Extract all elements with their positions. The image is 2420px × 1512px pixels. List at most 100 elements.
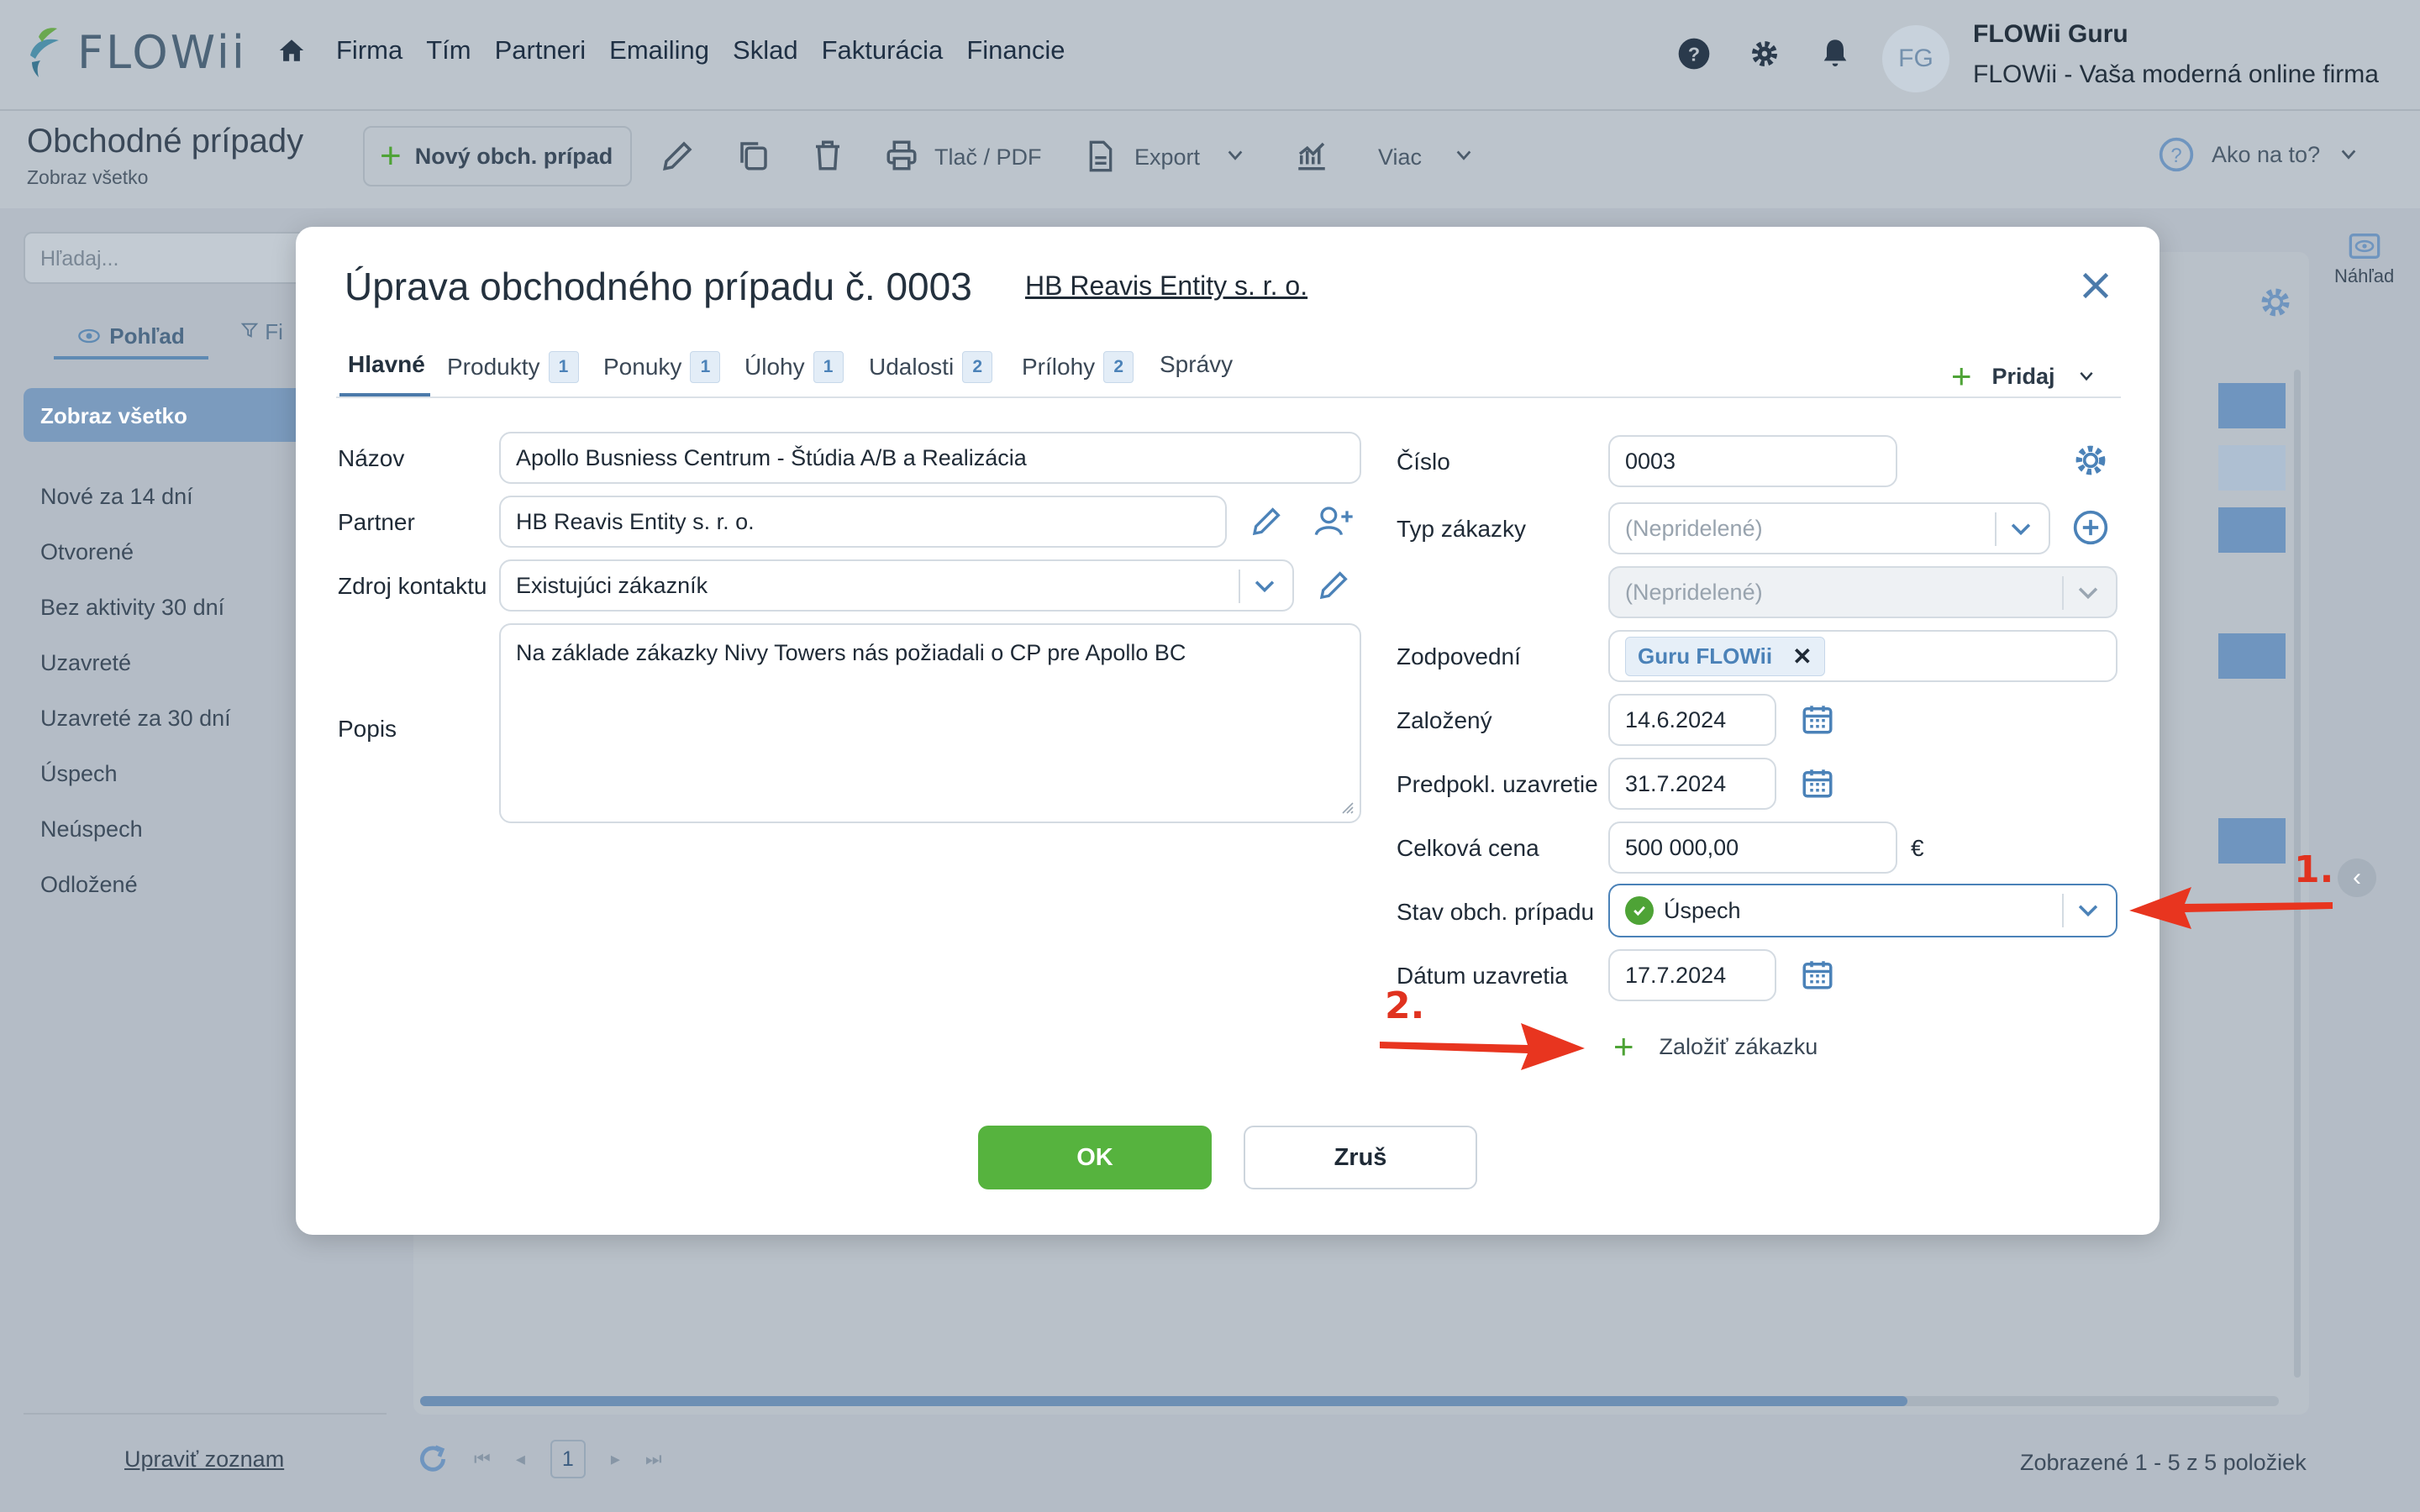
- edit-source-pencil-icon[interactable]: [1318, 568, 1351, 601]
- tab-offers-label: Ponuky: [603, 354, 682, 380]
- print-pdf-button[interactable]: Tlač / PDF: [934, 144, 1042, 171]
- sidebar-item-new-14-days[interactable]: Nové za 14 dní: [40, 484, 231, 539]
- sidebar-item-postponed[interactable]: Odložené: [40, 872, 231, 927]
- analytics-chart-icon[interactable]: [1294, 138, 1329, 173]
- trash-icon[interactable]: [810, 138, 845, 173]
- sidebar-item-success[interactable]: Úspech: [40, 761, 231, 816]
- how-to-chevron-down-icon: [2341, 150, 2356, 160]
- add-dropdown-button[interactable]: + Pridaj: [1951, 356, 2097, 396]
- created-date-field[interactable]: 14.6.2024: [1608, 694, 1776, 746]
- nav-fakturacia[interactable]: Fakturácia: [822, 35, 944, 66]
- refresh-icon[interactable]: [417, 1443, 449, 1475]
- logo-text: FLOWii: [77, 25, 247, 79]
- table-row[interactable]: [2218, 445, 2286, 491]
- collapse-chevron-left-icon[interactable]: ‹: [2338, 858, 2376, 897]
- edit-pencil-icon[interactable]: [660, 138, 696, 173]
- partner-field[interactable]: HB Reavis Entity s. r. o.: [499, 496, 1227, 548]
- add-contact-person-icon[interactable]: [1314, 504, 1355, 538]
- create-order-button[interactable]: + Založiť zákazku: [1613, 1026, 1818, 1067]
- select-separator: [1239, 570, 1240, 603]
- deal-status-value: Úspech: [1664, 897, 1741, 923]
- close-date-calendar-icon[interactable]: [1800, 956, 1835, 993]
- table-row[interactable]: [2218, 383, 2286, 428]
- tab-messages[interactable]: Správy: [1160, 351, 1233, 378]
- nav-financie[interactable]: Financie: [966, 35, 1065, 66]
- close-icon[interactable]: [2081, 270, 2111, 301]
- settings-gear-icon[interactable]: [1748, 37, 1781, 71]
- contact-source-select[interactable]: Existujúci zákazník: [499, 559, 1294, 612]
- bell-icon[interactable]: [1818, 37, 1852, 71]
- export-chevron-down-icon[interactable]: [1223, 146, 1247, 165]
- flowii-logo[interactable]: FLOWii: [25, 25, 247, 79]
- sidebar-item-closed[interactable]: Uzavreté: [40, 650, 231, 706]
- grid-scroll-thumb[interactable]: [420, 1396, 1907, 1406]
- tab-events[interactable]: Udalosti 2: [869, 351, 993, 383]
- table-row[interactable]: [2218, 633, 2286, 679]
- tab-offers[interactable]: Ponuky 1: [603, 351, 721, 383]
- tab-tasks[interactable]: Úlohy 1: [744, 351, 844, 383]
- current-page[interactable]: 1: [550, 1440, 586, 1478]
- resize-handle-icon[interactable]: [1338, 798, 1355, 815]
- table-row[interactable]: [2218, 818, 2286, 864]
- remove-tag-icon[interactable]: ✕: [1792, 643, 1812, 670]
- tab-attachments[interactable]: Prílohy 2: [1022, 351, 1134, 383]
- copy-icon[interactable]: [736, 138, 771, 173]
- add-order-type-plus-icon[interactable]: [2072, 509, 2109, 546]
- nav-firma[interactable]: Firma: [336, 35, 402, 66]
- create-order-label: Založiť zákazku: [1659, 1033, 1818, 1059]
- description-label: Popis: [338, 716, 397, 742]
- close-date-field[interactable]: 17.7.2024: [1608, 949, 1776, 1001]
- deal-status-select[interactable]: Úspech: [1608, 884, 2118, 937]
- grid-settings-gear-icon[interactable]: [2257, 284, 2294, 321]
- chevron-down-icon: [2078, 905, 2098, 917]
- export-button[interactable]: Export: [1134, 144, 1200, 171]
- total-price-field[interactable]: 500 000,00: [1608, 822, 1897, 874]
- more-button[interactable]: Viac: [1378, 144, 1422, 171]
- tab-filter[interactable]: Fi: [240, 319, 283, 345]
- how-to-button[interactable]: ? Ako na to?: [2158, 136, 2360, 173]
- name-field[interactable]: Apollo Busniess Centrum - Štúdia A/B a R…: [499, 432, 1361, 484]
- table-row[interactable]: [2218, 507, 2286, 553]
- help-icon[interactable]: ?: [1677, 37, 1711, 71]
- more-chevron-down-icon[interactable]: [1452, 146, 1476, 165]
- preview-button[interactable]: Náhľad: [2334, 232, 2394, 287]
- home-icon[interactable]: [277, 36, 306, 65]
- user-avatar[interactable]: FG: [1882, 25, 1949, 92]
- tab-products[interactable]: Produkty 1: [447, 351, 579, 383]
- nav-partneri[interactable]: Partneri: [495, 35, 587, 66]
- last-page-icon[interactable]: ⏭: [645, 1448, 662, 1470]
- created-calendar-icon[interactable]: [1800, 701, 1835, 738]
- new-deal-button[interactable]: + Nový obch. prípad: [363, 126, 632, 186]
- sidebar-item-no-activity[interactable]: Bez aktivity 30 dní: [40, 595, 231, 650]
- export-document-icon[interactable]: [1084, 138, 1118, 175]
- tab-attachments-badge: 2: [1103, 351, 1134, 383]
- sidebar-item-show-all[interactable]: Zobraz všetko: [24, 388, 326, 442]
- expected-close-calendar-icon[interactable]: [1800, 764, 1835, 801]
- ok-button[interactable]: OK: [978, 1126, 1212, 1189]
- order-type-select[interactable]: (Nepridelené): [1608, 502, 2050, 554]
- first-page-icon[interactable]: ⏮: [474, 1448, 491, 1470]
- next-page-icon[interactable]: ▸: [611, 1448, 620, 1470]
- sidebar-item-failure[interactable]: Neúspech: [40, 816, 231, 872]
- add-label: Pridaj: [1991, 363, 2055, 389]
- expected-close-date-field[interactable]: 31.7.2024: [1608, 758, 1776, 810]
- select-separator: [1995, 512, 1996, 546]
- prev-page-icon[interactable]: ◂: [516, 1448, 525, 1470]
- sidebar-item-closed-30-days[interactable]: Uzavreté za 30 dní: [40, 706, 231, 761]
- responsible-multiselect[interactable]: Guru FLOWii ✕: [1608, 630, 2118, 682]
- description-textarea[interactable]: Na základe zákazky Nivy Towers nás požia…: [499, 623, 1361, 823]
- sidebar-search-input[interactable]: Hľadaj...: [24, 232, 309, 284]
- edit-partner-pencil-icon[interactable]: [1250, 504, 1284, 538]
- dialog-partner-link[interactable]: HB Reavis Entity s. r. o.: [1025, 270, 1307, 302]
- cancel-button[interactable]: Zruš: [1244, 1126, 1477, 1189]
- edit-list-link[interactable]: Upraviť zoznam: [124, 1446, 284, 1473]
- tab-view[interactable]: Pohľad: [54, 316, 208, 360]
- tab-main[interactable]: Hlavné: [348, 351, 425, 378]
- number-settings-gear-icon[interactable]: [2072, 442, 2109, 479]
- number-field[interactable]: 0003: [1608, 435, 1897, 487]
- print-icon[interactable]: [884, 138, 919, 173]
- nav-tim[interactable]: Tím: [426, 35, 471, 66]
- nav-sklad[interactable]: Sklad: [733, 35, 798, 66]
- nav-emailing[interactable]: Emailing: [609, 35, 709, 66]
- sidebar-item-open[interactable]: Otvorené: [40, 539, 231, 595]
